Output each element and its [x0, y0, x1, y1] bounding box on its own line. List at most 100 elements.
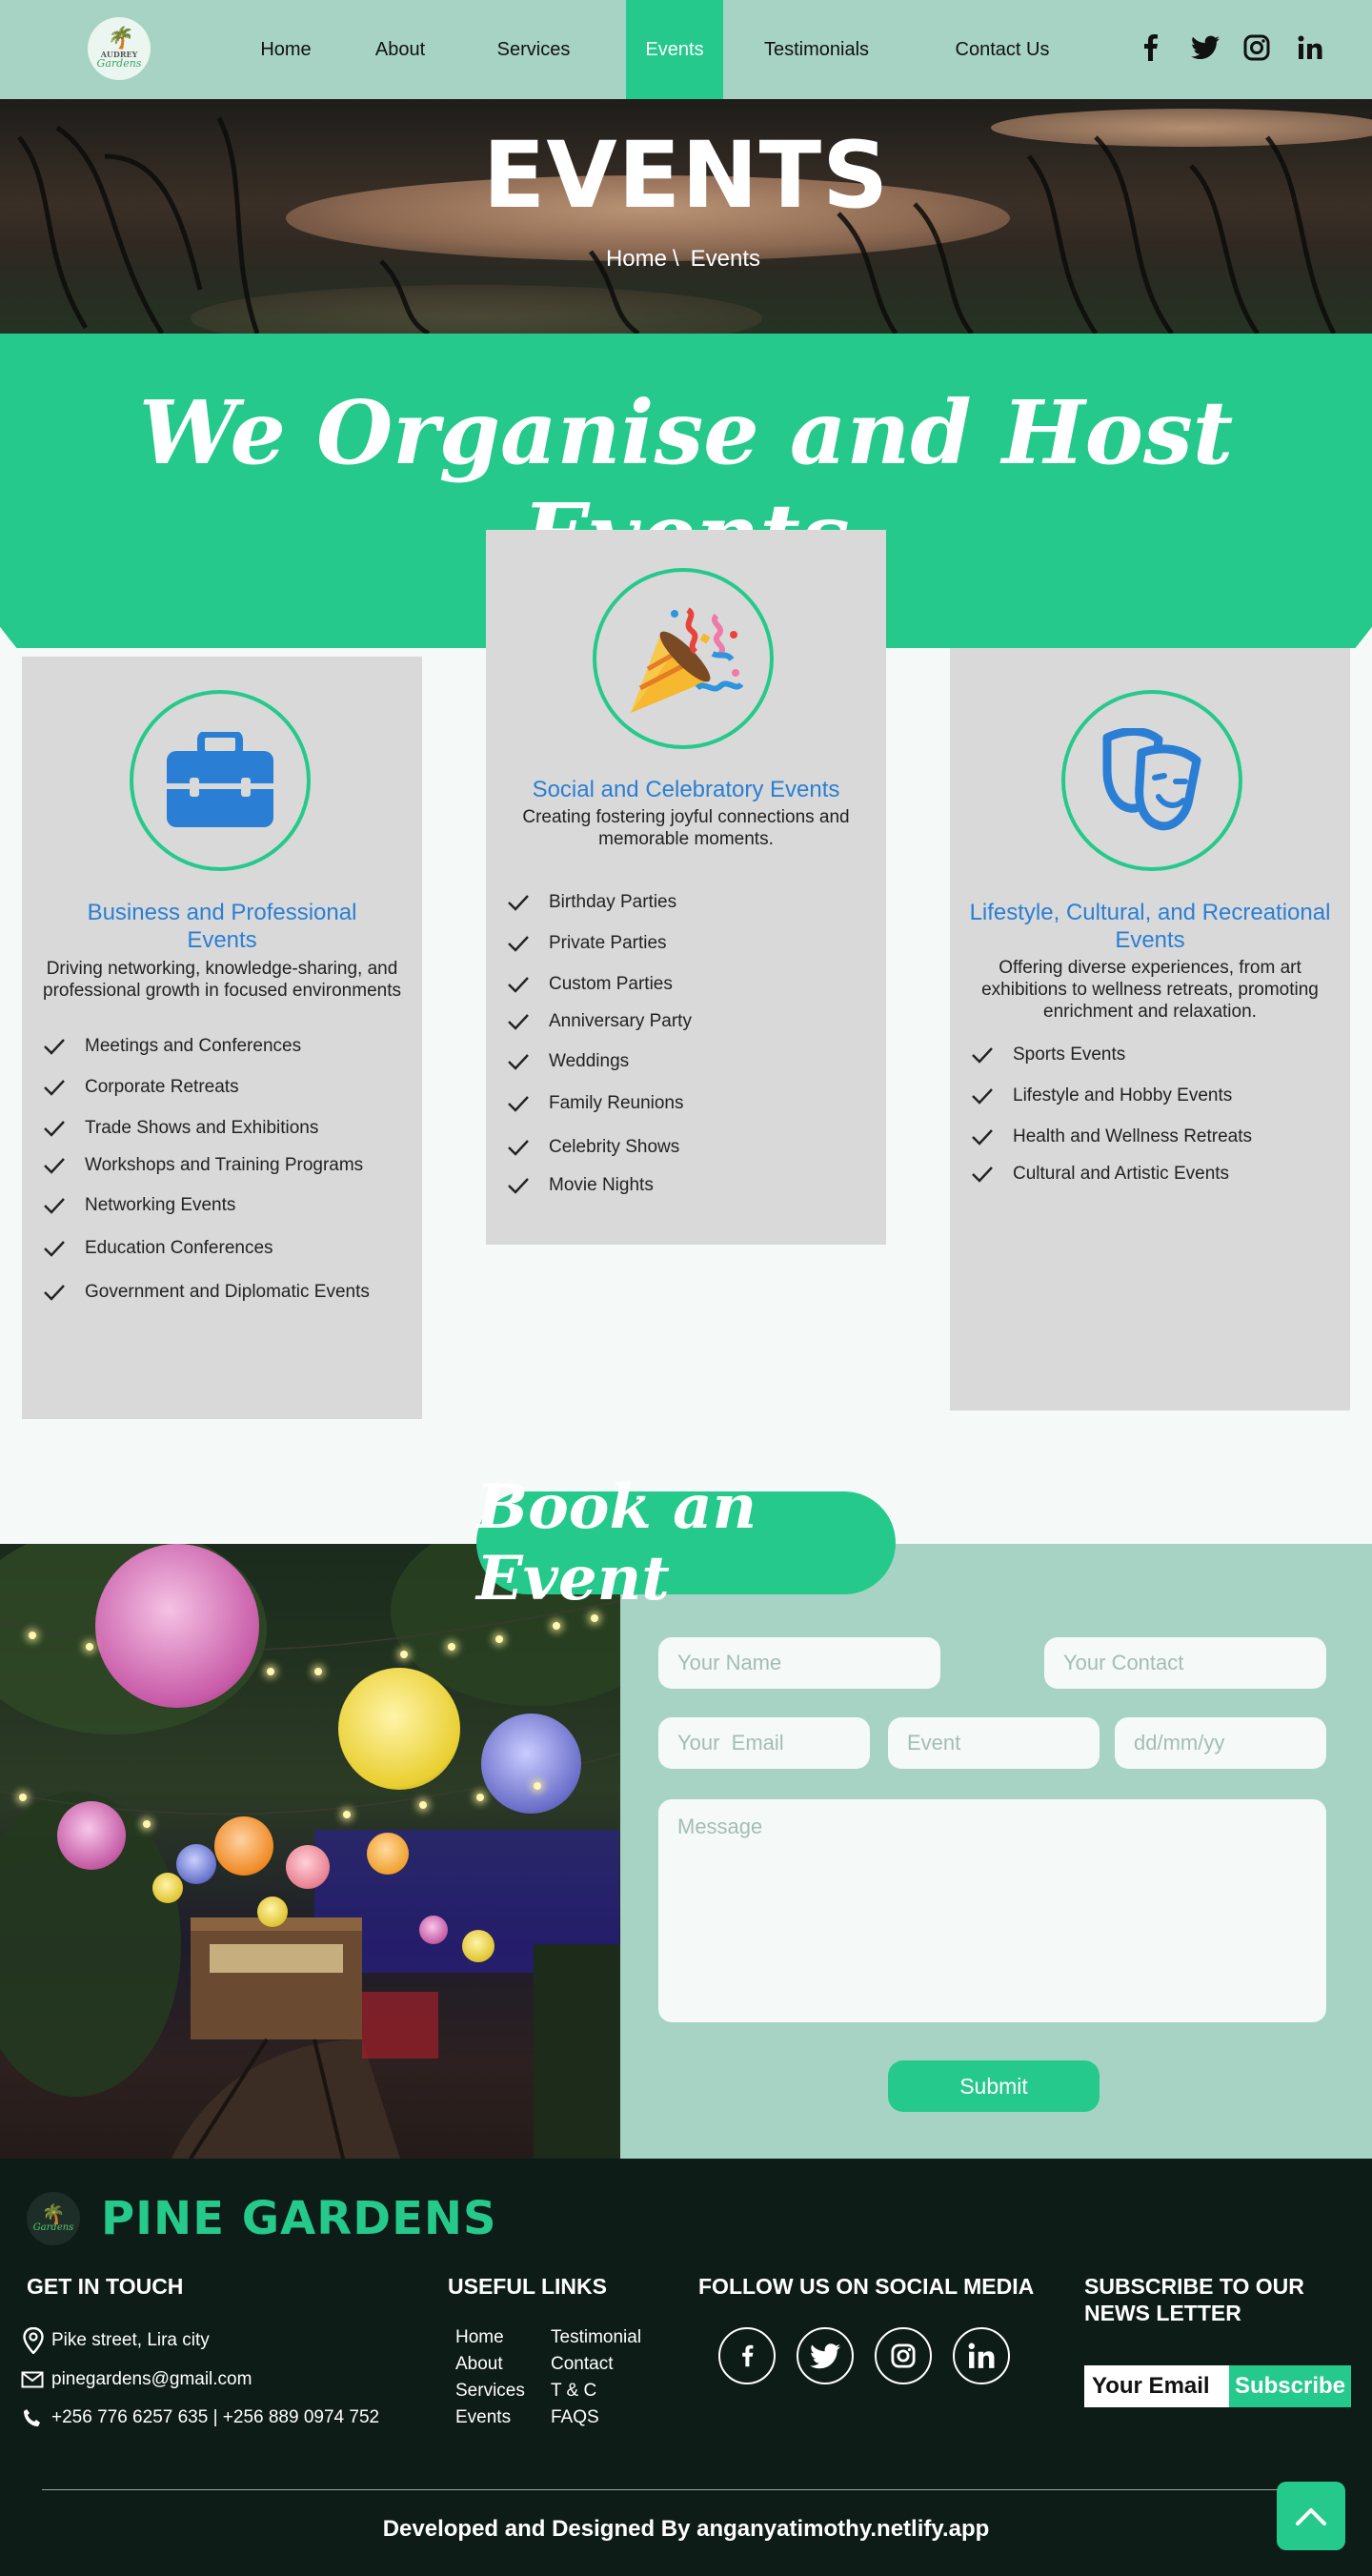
submit-button[interactable]: Submit — [888, 2060, 1100, 2112]
check-icon — [508, 1096, 529, 1112]
nav-about[interactable]: About — [353, 0, 448, 99]
nav-home[interactable]: Home — [238, 0, 333, 99]
page-title: EVENTS — [482, 122, 890, 229]
list-item: Meetings and Conferences — [43, 1036, 301, 1057]
footer-address: Pike street, Lira city — [23, 2327, 210, 2354]
check-icon — [44, 1198, 65, 1214]
list-item: Workshops and Training Programs — [43, 1155, 363, 1176]
footer-linkedin-icon[interactable] — [953, 2327, 1010, 2384]
card-title-line1: Business and Professional — [87, 900, 357, 925]
chevron-up-icon — [1296, 2508, 1326, 2525]
footer-link-faqs[interactable]: FAQS — [551, 2407, 599, 2428]
date-input[interactable] — [1115, 1717, 1326, 1769]
card-title: Business and Professional Events — [22, 899, 422, 954]
phone-icon — [24, 2409, 40, 2426]
check-icon — [44, 1241, 65, 1257]
footer-social-title: FOLLOW US ON SOCIAL MEDIA — [698, 2274, 1035, 2299]
event-card-business: Business and Professional Events Driving … — [22, 657, 422, 1419]
footer-logo[interactable]: 🌴 Gardens — [27, 2192, 80, 2245]
twitter-icon[interactable] — [1189, 30, 1221, 65]
footer-divider — [42, 2489, 1330, 2490]
footer-link-testimonial[interactable]: Testimonial — [551, 2327, 641, 2348]
message-textarea[interactable] — [658, 1799, 1326, 2022]
card-desc-line1: Driving networking, knowledge-sharing, a… — [46, 959, 398, 979]
theater-masks-icon — [1102, 728, 1201, 831]
check-icon — [508, 1014, 529, 1030]
check-icon — [44, 1039, 65, 1055]
list-item: Birthday Parties — [507, 892, 676, 913]
card-desc-line1: Offering diverse experiences, from art — [999, 958, 1301, 978]
location-pin-icon — [23, 2327, 44, 2354]
footer-twitter-icon[interactable] — [797, 2327, 854, 2384]
check-icon — [44, 1080, 65, 1096]
footer-logo-text: Gardens — [32, 2222, 74, 2233]
check-icon — [508, 1054, 529, 1070]
palm-tree-icon: 🌴 — [106, 27, 132, 51]
email-input[interactable] — [658, 1717, 870, 1769]
card-description: Creating fostering joyful connections an… — [486, 806, 886, 850]
site-logo[interactable]: 🌴 AUDREY Gardens — [88, 17, 151, 80]
list-item: Celebrity Shows — [507, 1137, 679, 1158]
footer-touch-title: GET IN TOUCH — [27, 2274, 184, 2299]
facebook-icon[interactable] — [1134, 30, 1166, 65]
footer-link-tc[interactable]: T & C — [551, 2381, 596, 2402]
event-card-lifestyle: Lifestyle, Cultural, and Recreational Eve… — [950, 648, 1350, 1410]
envelope-icon — [21, 2371, 44, 2388]
list-item: Sports Events — [971, 1045, 1125, 1065]
card-desc-line2: professional growth in focused environme… — [43, 981, 401, 1001]
card-icon-circle — [593, 568, 774, 749]
event-input[interactable] — [888, 1717, 1100, 1769]
footer-instagram-icon[interactable] — [875, 2327, 932, 2384]
email-link[interactable]: pinegardens@gmail.com — [51, 2369, 252, 2390]
list-item: Private Parties — [507, 933, 667, 954]
nav-testimonials[interactable]: Testimonials — [743, 0, 890, 99]
check-icon — [972, 1129, 993, 1146]
check-icon — [508, 1178, 529, 1194]
footer-link-services[interactable]: Services — [455, 2381, 525, 2402]
party-popper-icon — [631, 607, 744, 713]
card-icon-circle — [1061, 690, 1242, 871]
list-item: Weddings — [507, 1051, 629, 1072]
back-to-top-button[interactable] — [1277, 2482, 1345, 2550]
check-icon — [44, 1121, 65, 1137]
card-title-line1: Lifestyle, Cultural, and Recreational — [969, 900, 1331, 925]
footer-facebook-icon[interactable] — [718, 2327, 776, 2384]
footer-phone: +256 776 6257 635 | +256 889 0974 752 — [23, 2407, 379, 2428]
name-input[interactable] — [658, 1637, 940, 1689]
check-icon — [508, 1140, 529, 1156]
address-text: Pike street, Lira city — [51, 2330, 210, 2350]
nav-contact[interactable]: Contact Us — [934, 0, 1071, 99]
card-desc-line2: memorable moments. — [598, 829, 774, 849]
instagram-icon[interactable] — [1241, 30, 1273, 65]
footer-credit: Developed and Designed By anganyatimothy… — [382, 2516, 990, 2542]
breadcrumb: Home \ Events — [0, 246, 1372, 273]
check-icon — [508, 936, 529, 952]
contact-input[interactable] — [1044, 1637, 1326, 1689]
footer-email: pinegardens@gmail.com — [21, 2369, 252, 2390]
footer-link-home[interactable]: Home — [455, 2327, 504, 2348]
breadcrumb-home[interactable]: Home — [606, 246, 667, 272]
footer-link-contact[interactable]: Contact — [551, 2354, 613, 2375]
list-item: Corporate Retreats — [43, 1077, 239, 1098]
subscribe-button[interactable]: Subscribe — [1229, 2365, 1351, 2407]
list-item: Health and Wellness Retreats — [971, 1126, 1252, 1147]
lanterns-photo — [0, 1544, 620, 2159]
event-card-social: Social and Celebratory Events Creating f… — [486, 530, 886, 1245]
booking-title: Book an Event — [476, 1471, 896, 1614]
check-icon — [44, 1158, 65, 1174]
briefcase-icon — [167, 732, 273, 827]
footer-links-title: USEFUL LINKS — [448, 2274, 607, 2299]
nav-services[interactable]: Services — [476, 0, 591, 99]
linkedin-icon[interactable] — [1294, 30, 1326, 65]
palm-tree-icon: 🌴 — [41, 2202, 66, 2225]
footer-brand-name: PINE GARDENS — [101, 2192, 497, 2245]
list-item: Movie Nights — [507, 1175, 654, 1196]
nav-events[interactable]: Events — [626, 0, 723, 99]
check-icon — [44, 1285, 65, 1301]
footer-link-about[interactable]: About — [455, 2354, 503, 2375]
card-icon-circle — [130, 690, 311, 871]
check-icon — [508, 895, 529, 911]
footer-link-events[interactable]: Events — [455, 2407, 511, 2428]
card-description: Driving networking, knowledge-sharing, a… — [22, 958, 422, 1002]
subscribe-email-input[interactable]: Your Email — [1084, 2365, 1229, 2407]
